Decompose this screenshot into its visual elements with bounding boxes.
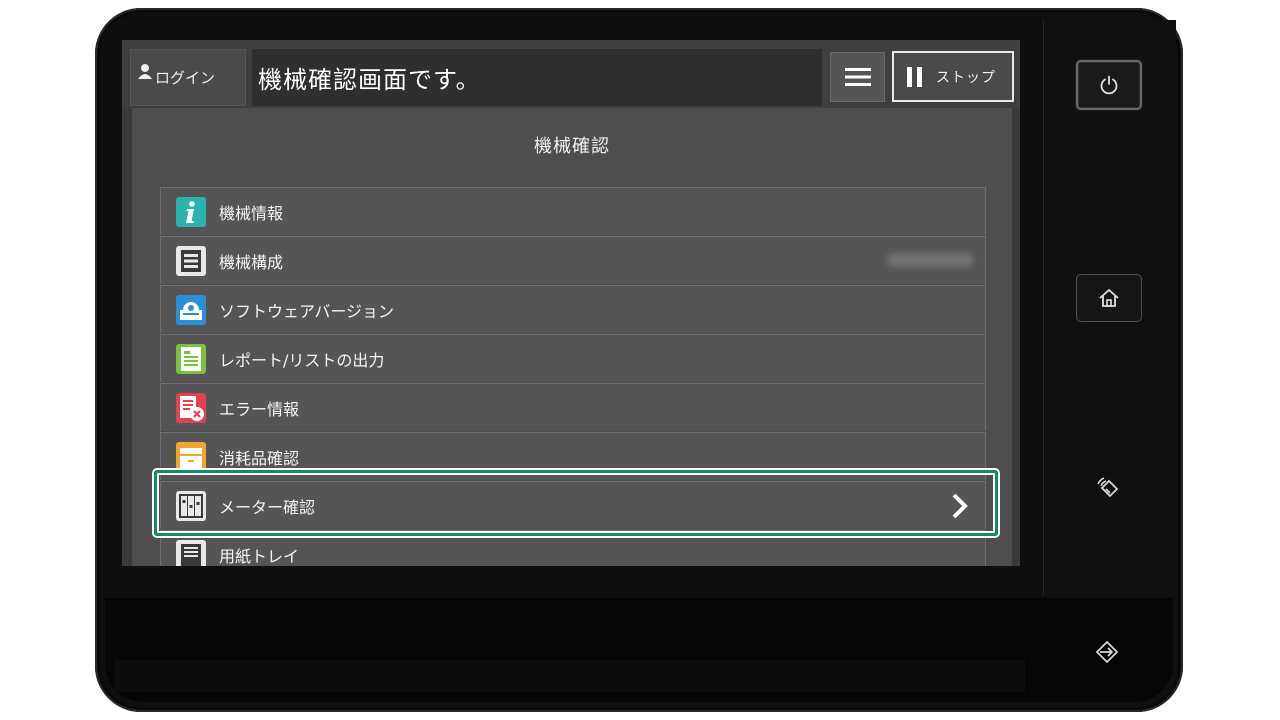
supplies-icon	[175, 441, 207, 473]
menu-list: 機械情報 機械構成 ソフトウェアバージョン レポート/リストの出力 エラー情報 …	[160, 187, 986, 566]
list-item-label: メーター確認	[219, 497, 316, 517]
list-item-paper-tray[interactable]: 用紙トレイ	[160, 530, 986, 566]
error-icon	[175, 392, 207, 424]
list-item-label: 消耗品確認	[219, 448, 300, 468]
hamburger-icon	[844, 68, 871, 86]
device-lower-strip	[115, 660, 1025, 692]
list-item-software-version[interactable]: ソフトウェアバージョン	[160, 285, 986, 333]
login-logout-icon[interactable]	[1092, 636, 1126, 668]
stop-label: ストップ	[936, 69, 996, 86]
list-item-supplies[interactable]: 消耗品確認	[160, 432, 986, 480]
home-button[interactable]	[1076, 274, 1142, 322]
status-bar: ログイン 機械確認画面です。 ストップ	[122, 40, 1020, 108]
report-icon	[175, 343, 207, 375]
list-item-label: ソフトウェアバージョン	[219, 301, 395, 321]
menu-button[interactable]	[830, 52, 885, 102]
chevron-right-icon	[949, 492, 971, 524]
power-button[interactable]	[1076, 60, 1142, 110]
page-title: 機械確認	[534, 136, 610, 157]
list-item-meter-check[interactable]: メーター確認	[160, 481, 986, 529]
login-label: ログイン	[155, 69, 216, 87]
user-icon	[138, 63, 152, 79]
list-item-label: 機械情報	[219, 203, 284, 223]
pause-icon	[907, 66, 922, 87]
info-icon	[175, 196, 207, 228]
message-area: 機械確認画面です。	[252, 49, 822, 106]
list-item-machine-config[interactable]: 機械構成	[160, 236, 986, 284]
list-item-label: レポート/リストの出力	[219, 350, 385, 370]
list-item-label: エラー情報	[219, 399, 300, 419]
list-item-report-output[interactable]: レポート/リストの出力	[160, 334, 986, 382]
list-item-label: 用紙トレイ	[219, 546, 300, 566]
meter-icon	[175, 490, 207, 522]
list-item-machine-info[interactable]: 機械情報	[160, 187, 986, 235]
status-message: 機械確認画面です。	[258, 66, 481, 94]
machine-config-icon	[175, 245, 207, 277]
list-item-label: 機械構成	[219, 252, 284, 272]
touch-screen: ログイン 機械確認画面です。 ストップ 機械確認 機械情報 機械構成 ソフトウェ…	[122, 40, 1020, 566]
home-icon	[1099, 289, 1119, 307]
list-item-error-info[interactable]: エラー情報	[160, 383, 986, 431]
software-icon	[175, 294, 207, 326]
content-area: 機械確認 機械情報 機械構成 ソフトウェアバージョン レポート/リストの出力 エ…	[132, 108, 1012, 566]
paper-tray-icon	[175, 539, 207, 566]
login-button[interactable]: ログイン	[130, 49, 246, 106]
nfc-touch-icon	[1092, 472, 1126, 506]
stop-button[interactable]: ストップ	[892, 51, 1014, 102]
power-icon	[1100, 75, 1118, 95]
blurred-value	[887, 253, 973, 267]
